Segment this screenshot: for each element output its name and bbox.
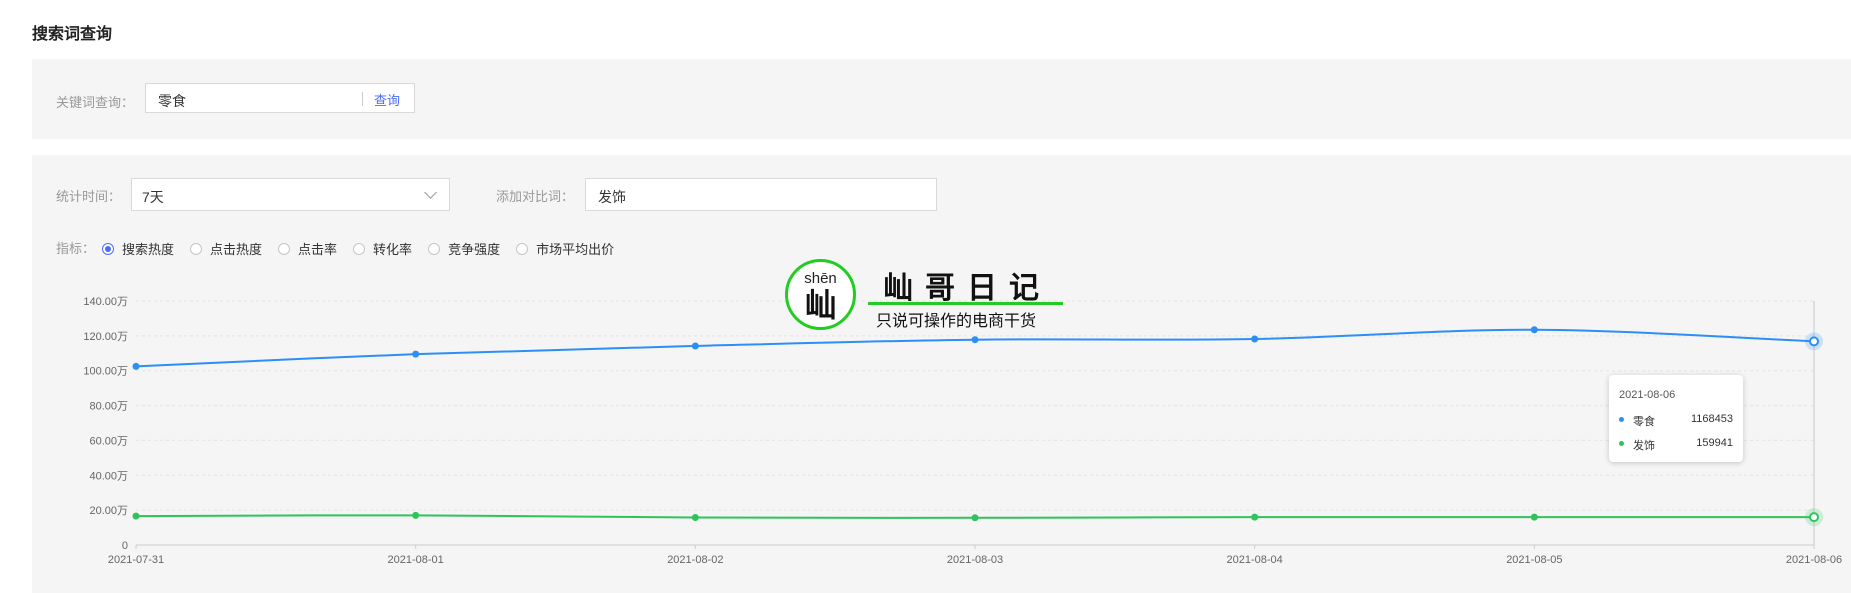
tooltip-row: 零食 1168453 [1619, 413, 1733, 428]
tooltip-row: 发饰 159941 [1619, 437, 1733, 452]
x-tick-label: 2021-08-01 [388, 554, 444, 566]
x-tick-label: 2021-07-31 [108, 554, 164, 566]
hover-point [1809, 512, 1819, 523]
y-tick-label: 120.00万 [83, 331, 128, 343]
watermark-title: 屾哥日记 [883, 272, 1051, 305]
watermark-subtitle: 只说可操作的电商干货 [876, 313, 1037, 330]
data-point [1530, 326, 1538, 334]
y-tick-label: 0 [122, 540, 128, 552]
data-point [1251, 335, 1259, 343]
tooltip-series-value: 159941 [1696, 437, 1733, 449]
watermark-pinyin: shēn [804, 270, 837, 287]
x-tick-label: 2021-08-02 [667, 554, 723, 566]
watermark-underline [868, 302, 1063, 305]
data-point [1530, 513, 1538, 521]
series-dot-icon [1619, 417, 1624, 422]
series-line-0 [135, 328, 1815, 368]
tooltip-date: 2021-08-06 [1619, 389, 1676, 401]
tooltip-series-name: 零食 [1633, 416, 1655, 428]
data-point [971, 336, 979, 344]
y-tick-label: 140.00万 [83, 296, 128, 308]
watermark-logo: shēn 屾 [785, 259, 856, 330]
data-point [412, 350, 420, 358]
x-tick-label: 2021-08-04 [1227, 554, 1283, 566]
data-point [691, 513, 699, 521]
data-point [412, 511, 420, 519]
y-tick-label: 20.00万 [89, 505, 128, 517]
x-tick-label: 2021-08-05 [1506, 554, 1562, 566]
x-tick-label: 2021-08-06 [1786, 554, 1842, 566]
hover-point [1809, 336, 1819, 347]
tooltip-series-value: 1168453 [1690, 413, 1733, 425]
data-point [1251, 513, 1259, 521]
chart-tooltip: 2021-08-06 零食 1168453 发饰 159941 [1609, 375, 1743, 462]
series-dot-icon [1619, 441, 1624, 446]
y-tick-label: 60.00万 [89, 435, 128, 447]
y-tick-label: 80.00万 [89, 401, 128, 413]
data-point [691, 342, 699, 350]
y-tick-label: 100.00万 [83, 366, 128, 378]
data-point [132, 512, 140, 520]
x-tick-label: 2021-08-03 [947, 554, 1003, 566]
y-tick-label: 40.00万 [89, 470, 128, 482]
data-point [971, 514, 979, 522]
data-point [132, 362, 140, 370]
watermark-char: 屾 [804, 287, 837, 323]
tooltip-series-name: 发饰 [1633, 440, 1655, 452]
